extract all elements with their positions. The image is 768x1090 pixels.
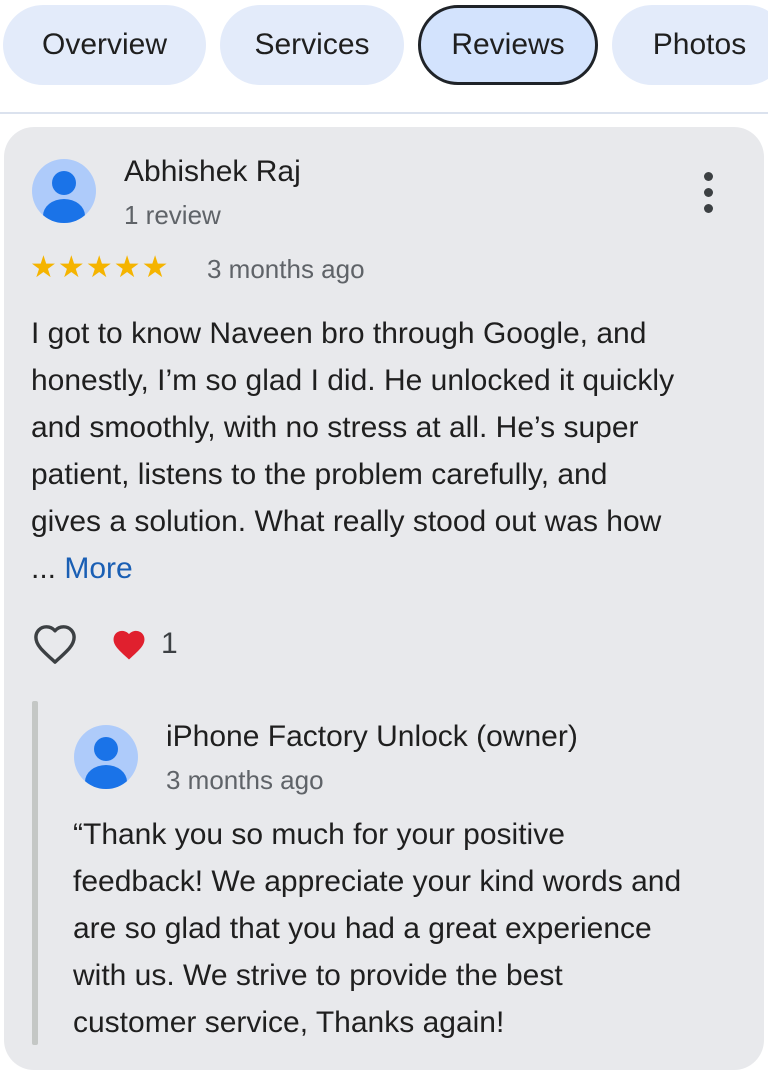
reply-time: 3 months ago bbox=[166, 765, 324, 795]
tab-photos-label: Photos bbox=[652, 28, 747, 61]
review-line: and smoothly, with no stress at all. He’… bbox=[31, 411, 639, 444]
reply-line: “Thank you so much for your positive bbox=[73, 818, 565, 851]
reply-line: with us. We strive to provide the best bbox=[73, 959, 563, 992]
reply-divider bbox=[32, 701, 38, 1045]
reviewer-review-count: 1 review bbox=[124, 200, 221, 230]
reply-body: “Thank you so much for your positive fee… bbox=[73, 811, 753, 1046]
person-avatar-body bbox=[85, 765, 127, 789]
reaction-count: 1 bbox=[161, 627, 178, 660]
owner-name: iPhone Factory Unlock (owner) bbox=[166, 720, 578, 753]
ellipsis: ... bbox=[31, 552, 57, 585]
owner-avatar[interactable] bbox=[74, 725, 138, 789]
tab-overview-label: Overview bbox=[41, 28, 168, 61]
reviewer-name[interactable]: Abhishek Raj bbox=[124, 155, 301, 189]
review-line: I got to know Naveen bro through Google,… bbox=[31, 317, 647, 350]
person-avatar-icon bbox=[52, 171, 76, 195]
heart-outline-icon[interactable] bbox=[32, 623, 78, 665]
tab-services[interactable]: Services bbox=[220, 5, 404, 85]
menu-dot bbox=[704, 188, 713, 197]
person-avatar-body bbox=[43, 199, 85, 223]
menu-dot bbox=[704, 172, 713, 181]
reply-line: feedback! We appreciate your kind words … bbox=[73, 865, 682, 898]
tab-bar: Overview Services Reviews Photos bbox=[0, 0, 768, 114]
review-line: honestly, I’m so glad I did. He unlocked… bbox=[31, 364, 675, 397]
review-time: 3 months ago bbox=[207, 254, 365, 284]
review-body: I got to know Naveen bro through Google,… bbox=[31, 310, 751, 592]
person-avatar-icon bbox=[94, 737, 118, 761]
review-card: Abhishek Raj 1 review ★★★★★ 3 months ago… bbox=[4, 127, 764, 1070]
reviewer-avatar[interactable] bbox=[32, 159, 96, 223]
tab-reviews[interactable]: Reviews bbox=[418, 5, 598, 85]
star-rating: ★★★★★ bbox=[30, 253, 169, 283]
tab-overview[interactable]: Overview bbox=[3, 5, 206, 85]
tab-reviews-label: Reviews bbox=[451, 28, 565, 61]
reply-line: customer service, Thanks again! bbox=[73, 1006, 505, 1039]
tab-photos[interactable]: Photos bbox=[612, 5, 768, 85]
more-vert-icon[interactable] bbox=[704, 172, 713, 213]
heart-emoji-icon bbox=[110, 627, 150, 663]
review-line: patient, listens to the problem carefull… bbox=[31, 458, 608, 491]
menu-dot bbox=[704, 204, 713, 213]
tab-services-label: Services bbox=[254, 28, 370, 61]
review-line: gives a solution. What really stood out … bbox=[31, 505, 662, 538]
review-more-line: ... More bbox=[31, 545, 751, 592]
more-link[interactable]: More bbox=[64, 552, 132, 585]
star-icon: ★★★★★ bbox=[30, 251, 170, 284]
reply-line: are so glad that you had a great experie… bbox=[73, 912, 652, 945]
